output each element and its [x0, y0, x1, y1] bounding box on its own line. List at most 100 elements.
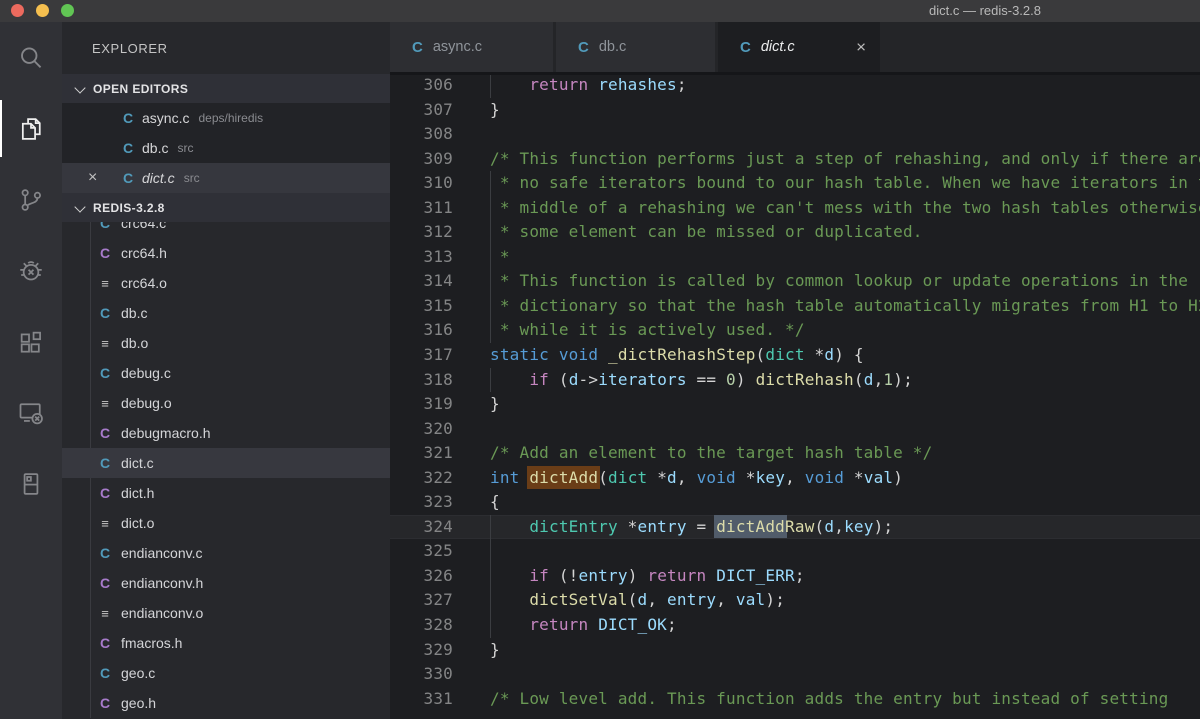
code-line-318: 318 if (d->iterators == 0) dictRehash(d,… — [390, 368, 1200, 393]
tree-item-endianconv.h[interactable]: Cendianconv.h — [62, 568, 390, 598]
traffic-lights — [11, 4, 74, 17]
c-header-file-icon: C — [96, 635, 114, 651]
file-tree: Ccrc64.cCcrc64.h≡crc64.oCdb.c≡db.oCdebug… — [62, 222, 390, 718]
tree-item-dict.c[interactable]: Cdict.c — [62, 448, 390, 478]
c-file-icon: C — [116, 170, 140, 186]
code-line-315: 315 * dictionary so that the hash table … — [390, 294, 1200, 319]
chevron-down-icon — [72, 200, 88, 216]
c-header-file-icon: C — [96, 575, 114, 591]
line-number: 330 — [390, 662, 466, 687]
file-name: debug.c — [121, 365, 171, 381]
c-header-file-icon: C — [96, 485, 114, 501]
minimize-window-button[interactable] — [36, 4, 49, 17]
tree-item-dict.h[interactable]: Cdict.h — [62, 478, 390, 508]
close-tab-icon[interactable]: × — [856, 39, 866, 56]
tab-label: db.c — [599, 39, 626, 55]
file-path: deps/hiredis — [198, 111, 263, 125]
code-line-325: 325 — [390, 539, 1200, 564]
object-file-icon: ≡ — [96, 276, 114, 291]
line-number: 310 — [390, 171, 466, 196]
code-line-328: 328 return DICT_OK; — [390, 613, 1200, 638]
source-control-icon[interactable] — [0, 164, 62, 235]
storage-icon[interactable] — [0, 448, 62, 519]
tree-item-fmacros.h[interactable]: Cfmacros.h — [62, 628, 390, 658]
tree-item-debug.o[interactable]: ≡debug.o — [62, 388, 390, 418]
file-name: crc64.o — [121, 275, 167, 291]
tree-item-crc64.c[interactable]: Ccrc64.c — [62, 222, 390, 238]
line-number: 309 — [390, 147, 466, 172]
tab-db.c[interactable]: Cdb.c — [556, 22, 715, 72]
file-name: crc64.c — [121, 222, 166, 231]
c-file-icon: C — [96, 305, 114, 321]
open-editors-section-header[interactable]: OPEN EDITORS — [62, 74, 390, 103]
file-name: db.c — [142, 140, 168, 156]
open-editor-async.c[interactable]: Casync.cdeps/hiredis — [62, 103, 390, 133]
debug-icon[interactable] — [0, 235, 62, 306]
close-window-button[interactable] — [11, 4, 24, 17]
titlebar: dict.c — redis-3.2.8 — [0, 0, 1200, 22]
line-number: 320 — [390, 417, 466, 442]
open-editor-db.c[interactable]: Cdb.csrc — [62, 133, 390, 163]
tree-item-geo.h[interactable]: Cgeo.h — [62, 688, 390, 718]
tab-bar: Casync.cCdb.cCdict.c× — [390, 22, 1200, 72]
close-editor-icon[interactable]: × — [88, 170, 106, 186]
code-line-311: 311 * middle of a rehashing we can't mes… — [390, 196, 1200, 221]
project-section-header[interactable]: REDIS-3.2.8 — [62, 193, 390, 222]
tree-item-endianconv.c[interactable]: Cendianconv.c — [62, 538, 390, 568]
line-number: 306 — [390, 75, 466, 98]
line-number: 319 — [390, 392, 466, 417]
c-header-file-icon: C — [96, 245, 114, 261]
code-line-322: 322int dictAdd(dict *d, void *key, void … — [390, 466, 1200, 491]
line-number: 313 — [390, 245, 466, 270]
object-file-icon: ≡ — [96, 336, 114, 351]
tree-item-crc64.o[interactable]: ≡ crc64.o — [62, 268, 390, 298]
code-editor[interactable]: 306 return rehashes;307}308309/* This fu… — [390, 75, 1200, 719]
tree-item-db.c[interactable]: Cdb.c — [62, 298, 390, 328]
c-file-icon: C — [96, 455, 114, 471]
file-name: debugmacro.h — [121, 425, 211, 441]
file-name: dict.c — [121, 455, 154, 471]
object-file-icon: ≡ — [96, 516, 114, 531]
file-path: src — [184, 171, 200, 185]
code-line-319: 319} — [390, 392, 1200, 417]
explorer-icon[interactable] — [0, 93, 62, 164]
tree-item-geo.c[interactable]: Cgeo.c — [62, 658, 390, 688]
tree-item-crc64.h[interactable]: Ccrc64.h — [62, 238, 390, 268]
tab-label: dict.c — [761, 39, 795, 55]
sidebar: EXPLORER OPEN EDITORS Casync.cdeps/hired… — [62, 22, 390, 719]
tab-dict.c[interactable]: Cdict.c× — [718, 22, 880, 72]
line-number: 314 — [390, 269, 466, 294]
remote-monitor-icon[interactable] — [0, 377, 62, 448]
code-line-324: 324 dictEntry *entry = dictAddRaw(d,key)… — [390, 515, 1200, 540]
code-line-314: 314 * This function is called by common … — [390, 269, 1200, 294]
tree-item-debugmacro.h[interactable]: Cdebugmacro.h — [62, 418, 390, 448]
code-line-326: 326 if (!entry) return DICT_ERR; — [390, 564, 1200, 589]
tree-item-endianconv.o[interactable]: ≡endianconv.o — [62, 598, 390, 628]
file-name: dict.c — [142, 170, 175, 186]
extensions-icon[interactable] — [0, 306, 62, 377]
line-number: 316 — [390, 318, 466, 343]
c-file-icon: C — [96, 665, 114, 681]
object-file-icon: ≡ — [96, 606, 114, 621]
file-name: dict.o — [121, 515, 154, 531]
code-line-316: 316 * while it is actively used. */ — [390, 318, 1200, 343]
code-line-308: 308 — [390, 122, 1200, 147]
sidebar-title: EXPLORER — [62, 22, 390, 74]
code-line-331: 331/* Low level add. This function adds … — [390, 687, 1200, 712]
open-editor-dict.c[interactable]: × Cdict.c src — [62, 163, 390, 193]
file-name: endianconv.h — [121, 575, 203, 591]
code-line-330: 330 — [390, 662, 1200, 687]
code-line-327: 327 dictSetVal(d, entry, val); — [390, 588, 1200, 613]
c-header-file-icon: C — [96, 695, 114, 711]
zoom-window-button[interactable] — [61, 4, 74, 17]
line-number: 312 — [390, 220, 466, 245]
tree-item-dict.o[interactable]: ≡ dict.o — [62, 508, 390, 538]
vscode-window: dict.c — redis-3.2.8 EXPLORER OPEN EDITO… — [0, 0, 1200, 719]
file-name: crc64.h — [121, 245, 167, 261]
tab-async.c[interactable]: Casync.c — [390, 22, 553, 72]
file-path: src — [177, 141, 193, 155]
line-number: 307 — [390, 98, 466, 123]
search-icon[interactable] — [0, 22, 62, 93]
tree-item-debug.c[interactable]: Cdebug.c — [62, 358, 390, 388]
tree-item-db.o[interactable]: ≡db.o — [62, 328, 390, 358]
